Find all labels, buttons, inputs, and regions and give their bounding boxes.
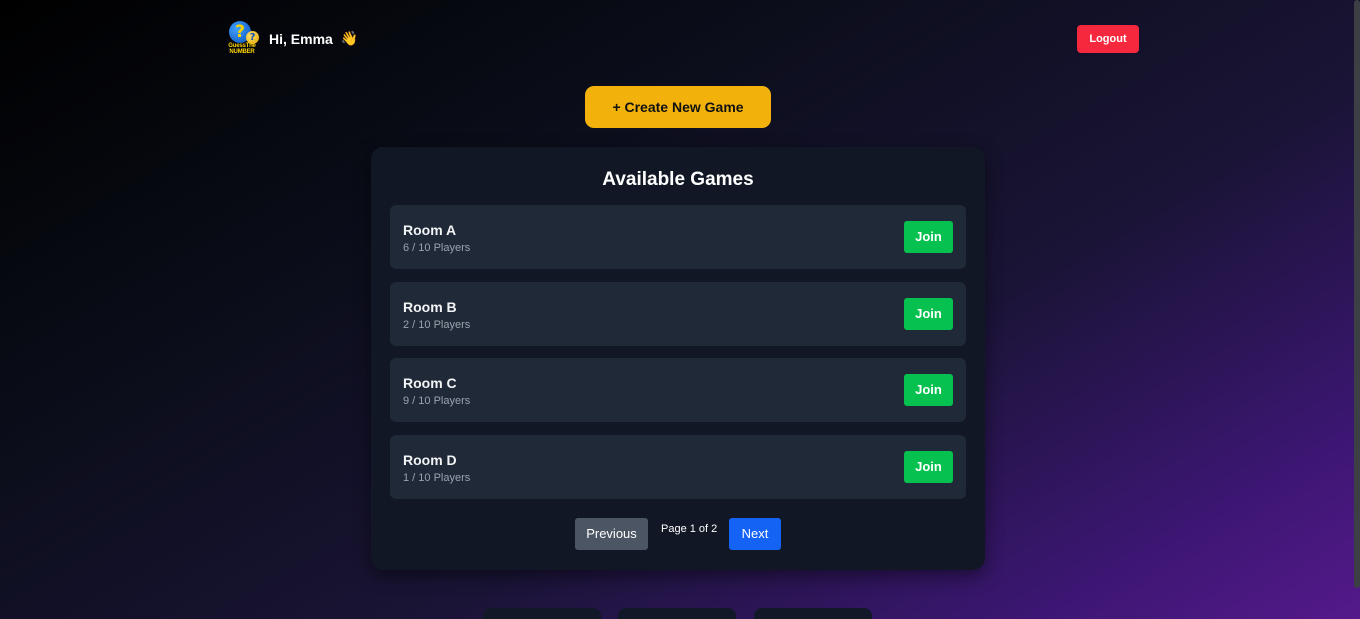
bottom-tab[interactable]: [618, 608, 736, 619]
room-row: Room B 2 / 10 Players Join: [390, 282, 966, 346]
create-new-game-button[interactable]: + Create New Game: [585, 86, 771, 128]
bottom-tab[interactable]: [483, 608, 601, 619]
next-page-button[interactable]: Next: [729, 518, 781, 550]
join-room-c-button[interactable]: Join: [904, 374, 953, 406]
available-games-panel: Available Games Room A 6 / 10 Players Jo…: [371, 147, 985, 570]
room-player-count: 2 / 10 Players: [403, 319, 471, 331]
room-player-count: 6 / 10 Players: [403, 242, 471, 254]
join-room-b-button[interactable]: Join: [904, 298, 953, 330]
wave-hand-icon: 👋: [340, 31, 359, 47]
room-name: Room A: [403, 222, 457, 238]
room-name: Room C: [403, 375, 457, 391]
logout-button[interactable]: Logout: [1077, 25, 1139, 53]
app-logo[interactable]: ? ? GuessThe NUMBER: [224, 21, 260, 59]
bottom-tab[interactable]: [754, 608, 872, 619]
header: ? ? GuessThe NUMBER Hi, Emma 👋: [224, 10, 358, 68]
room-player-count: 9 / 10 Players: [403, 395, 471, 407]
pagination: Previous Page 1 of 2 Next: [371, 518, 985, 550]
panel-title: Available Games: [602, 169, 754, 190]
room-row: Room C 9 / 10 Players Join: [390, 358, 966, 422]
room-row: Room A 6 / 10 Players Join: [390, 205, 966, 269]
join-room-d-button[interactable]: Join: [904, 451, 953, 483]
room-player-count: 1 / 10 Players: [403, 472, 471, 484]
page-scrollbar[interactable]: [1354, 0, 1360, 588]
room-row: Room D 1 / 10 Players Join: [390, 435, 966, 499]
previous-page-button[interactable]: Previous: [575, 518, 648, 550]
page-indicator: Page 1 of 2: [661, 523, 718, 535]
join-room-a-button[interactable]: Join: [904, 221, 953, 253]
logo-line-2: NUMBER: [229, 49, 255, 55]
room-name: Room B: [403, 299, 457, 315]
user-greeting: Hi, Emma: [269, 31, 333, 47]
room-name: Room D: [403, 452, 457, 468]
logo-text: GuessThe NUMBER: [224, 43, 260, 55]
